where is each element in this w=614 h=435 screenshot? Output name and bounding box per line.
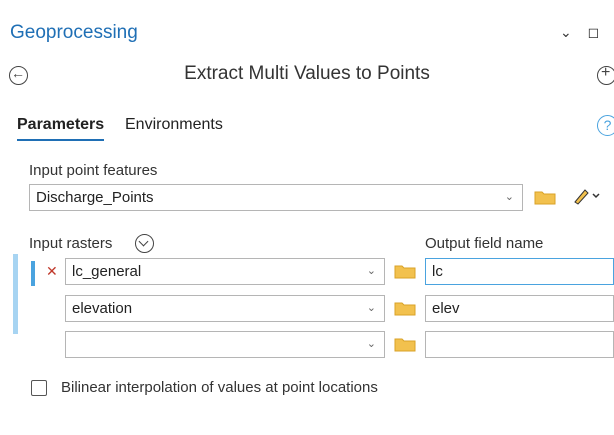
chevron-down-icon: ⌄: [504, 191, 514, 203]
chevron-down-icon: ⌄: [366, 338, 376, 350]
input-point-features-dropdown[interactable]: Discharge_Points ⌄: [29, 184, 523, 211]
chevron-down-icon: ⌄: [366, 265, 376, 277]
tab-environments[interactable]: Environments: [125, 116, 223, 134]
section-accent-bar: [13, 254, 18, 334]
output-field-input[interactable]: elev: [425, 295, 614, 322]
raster-dropdown[interactable]: ⌄: [65, 331, 385, 358]
input-point-features-label: Input point features: [29, 162, 158, 179]
bilinear-label: Bilinear interpolation of values at poin…: [61, 379, 378, 396]
raster-value: lc_general: [72, 263, 142, 280]
tool-title: Extract Multi Values to Points: [184, 63, 430, 84]
add-icon[interactable]: [597, 64, 614, 85]
browse-folder-icon[interactable]: [534, 189, 556, 205]
input-rasters-label: Input rasters: [29, 235, 113, 252]
expand-chevron-icon[interactable]: [135, 234, 154, 253]
active-row-indicator: [31, 261, 35, 286]
chevron-down-icon: ⌄: [366, 302, 376, 314]
tab-parameters[interactable]: Parameters: [17, 116, 105, 141]
output-field-input[interactable]: lc: [425, 258, 614, 285]
raster-value: elevation: [72, 300, 133, 317]
browse-folder-icon[interactable]: [394, 263, 416, 279]
output-field-input[interactable]: [425, 331, 614, 358]
remove-row-icon[interactable]: ✕: [46, 263, 58, 280]
raster-dropdown[interactable]: elevation ⌄: [65, 295, 385, 322]
output-field-name-label: Output field name: [425, 235, 544, 252]
pane-title: Geoprocessing: [10, 22, 138, 43]
help-icon[interactable]: ?: [597, 115, 614, 136]
raster-dropdown[interactable]: lc_general ⌄: [65, 258, 385, 285]
browse-folder-icon[interactable]: [394, 300, 416, 316]
browse-folder-icon[interactable]: [394, 336, 416, 352]
pencil-icon[interactable]: [572, 185, 602, 210]
input-point-features-value: Discharge_Points: [36, 189, 154, 206]
bilinear-checkbox[interactable]: [31, 380, 47, 396]
window-controls[interactable]: ⌄ ◻ ✕: [560, 24, 614, 41]
